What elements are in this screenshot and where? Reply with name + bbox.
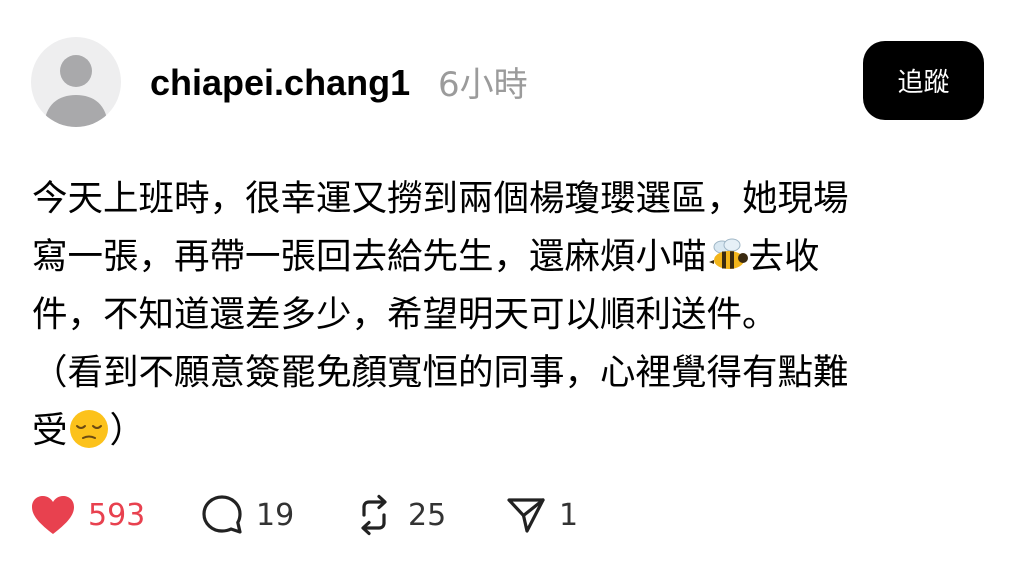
share-button[interactable]: 1 bbox=[505, 490, 578, 540]
repost-count: 25 bbox=[408, 497, 447, 533]
repost-icon bbox=[361, 494, 387, 536]
pensive-face-emoji-icon bbox=[69, 410, 108, 448]
send-icon bbox=[507, 498, 545, 533]
comment-count: 19 bbox=[256, 497, 295, 533]
post-timestamp: 6小時 bbox=[438, 65, 528, 105]
like-button[interactable]: 593 bbox=[30, 490, 145, 540]
post-text: 今天上班時，很幸運又撈到兩個楊瓊瓔選區，她現場 寫一張，再帶一張回去給先生，還麻… bbox=[32, 170, 992, 460]
heart-icon bbox=[32, 496, 74, 534]
repost-button[interactable]: 25 bbox=[352, 490, 446, 540]
username[interactable]: chiapei.chang1 bbox=[150, 60, 410, 106]
default-avatar-icon bbox=[44, 55, 108, 127]
post-line: 受 ） bbox=[32, 410, 146, 451]
follow-button[interactable]: 追蹤 bbox=[863, 41, 984, 120]
like-count: 593 bbox=[88, 497, 146, 533]
comment-button[interactable]: 19 bbox=[200, 490, 294, 540]
avatar[interactable] bbox=[31, 37, 121, 127]
share-count: 1 bbox=[559, 497, 579, 533]
post-line: 寫一張，再帶一張回去給先生，還麻煩小喵 去收 bbox=[32, 236, 820, 277]
bee-emoji-icon bbox=[708, 238, 748, 269]
comment-bubble-icon bbox=[202, 495, 242, 534]
post-line: 件，不知道還差多少，希望明天可以順利送件。 bbox=[32, 294, 778, 335]
post-line: 今天上班時，很幸運又撈到兩個楊瓊瓔選區，她現場 bbox=[32, 178, 849, 219]
post-actions: 593 19 25 1 bbox=[0, 490, 1024, 540]
post-line: （看到不願意簽罷免顏寬恒的同事，心裡覺得有點難 bbox=[32, 352, 849, 393]
